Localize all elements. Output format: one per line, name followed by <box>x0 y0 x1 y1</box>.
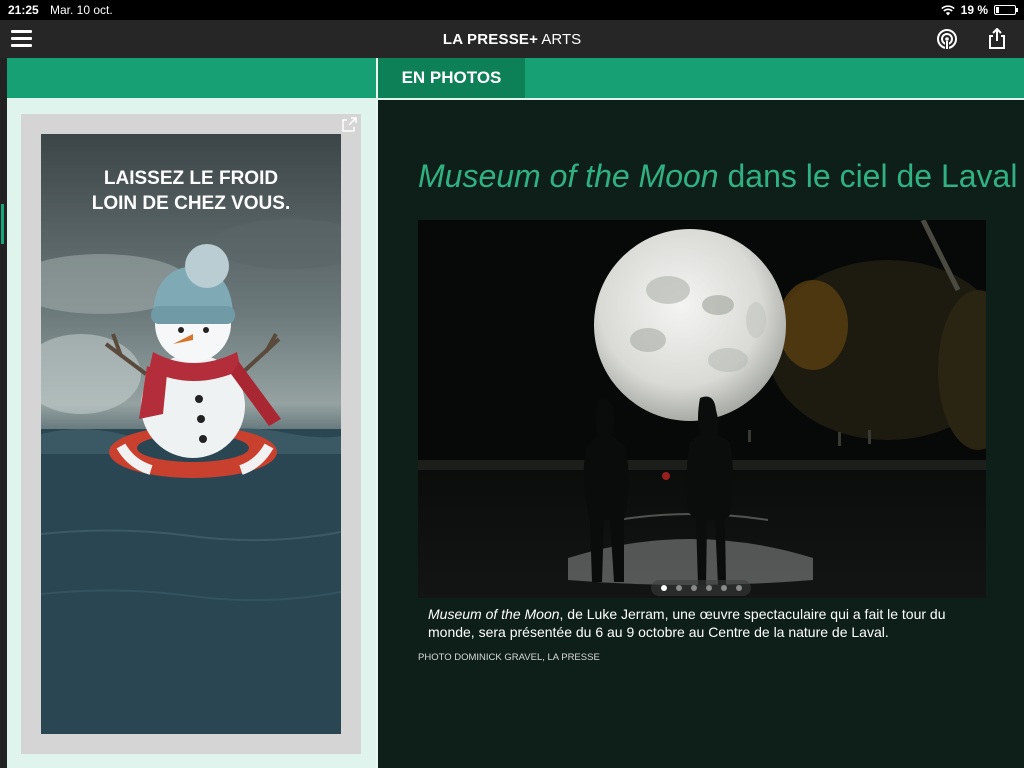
article-title: Museum of the Moon dans le ciel de Laval <box>418 158 1018 195</box>
wifi-icon <box>940 4 955 15</box>
podcast-icon[interactable] <box>936 28 958 50</box>
gallery-dot[interactable] <box>735 585 742 591</box>
section-name: ARTS <box>541 31 582 48</box>
article-title-italic: Museum of the Moon <box>418 158 719 194</box>
ad-headline-line1: LAISSEZ LE FROID <box>103 168 279 189</box>
status-bar: 21:25 Mar. 10 oct. 19 % <box>0 0 1024 20</box>
battery-icon <box>994 5 1018 15</box>
ad-headline-line2: LOIN DE CHEZ VOUS. <box>91 193 291 214</box>
page-indicator-strip <box>0 58 7 768</box>
status-date: Mar. 10 oct. <box>50 3 113 17</box>
ad-headline: LAISSEZ LE FROID LOIN DE CHEZ VOUS. <box>41 166 341 216</box>
status-right: 19 % <box>940 3 1018 17</box>
gallery-dot[interactable] <box>690 585 697 591</box>
photo-credit: PHOTO DOMINICK GRAVEL, LA PRESSE <box>418 652 600 663</box>
share-icon[interactable] <box>987 28 1007 50</box>
moon-photo <box>418 220 986 598</box>
gallery-dot[interactable] <box>660 585 667 591</box>
article-title-rest: dans le ciel de Laval <box>718 158 1018 194</box>
battery-percent: 19 % <box>960 3 988 17</box>
photo-caption: Museum of the Moon, de Luke Jerram, une … <box>428 605 968 641</box>
gallery-dot[interactable] <box>720 585 727 591</box>
snowman-illustration <box>41 219 341 734</box>
ad-frame: LAISSEZ LE FROID LOIN DE CHEZ VOUS. <box>21 114 361 754</box>
app-header: LA PRESSE+ ARTS <box>0 20 1024 58</box>
section-bar: EN PHOTOS <box>7 58 1024 98</box>
photo-gallery[interactable] <box>418 220 986 598</box>
gallery-dot[interactable] <box>705 585 712 591</box>
external-link-icon[interactable] <box>341 117 357 133</box>
advertisement[interactable]: LAISSEZ LE FROID LOIN DE CHEZ VOUS. <box>41 134 341 734</box>
caption-italic: Museum of the Moon <box>428 606 560 622</box>
brand-title: LA PRESSE+ ARTS <box>0 31 1024 48</box>
tab-en-photos[interactable]: EN PHOTOS <box>378 58 525 98</box>
gallery-dot[interactable] <box>675 585 682 591</box>
photo-article: Museum of the Moon dans le ciel de Laval <box>378 100 1024 768</box>
brand-name: LA PRESSE+ <box>442 31 539 48</box>
gallery-pager <box>651 580 751 596</box>
ad-column: LAISSEZ LE FROID LOIN DE CHEZ VOUS. <box>7 100 376 768</box>
status-time: 21:25 <box>8 3 39 17</box>
